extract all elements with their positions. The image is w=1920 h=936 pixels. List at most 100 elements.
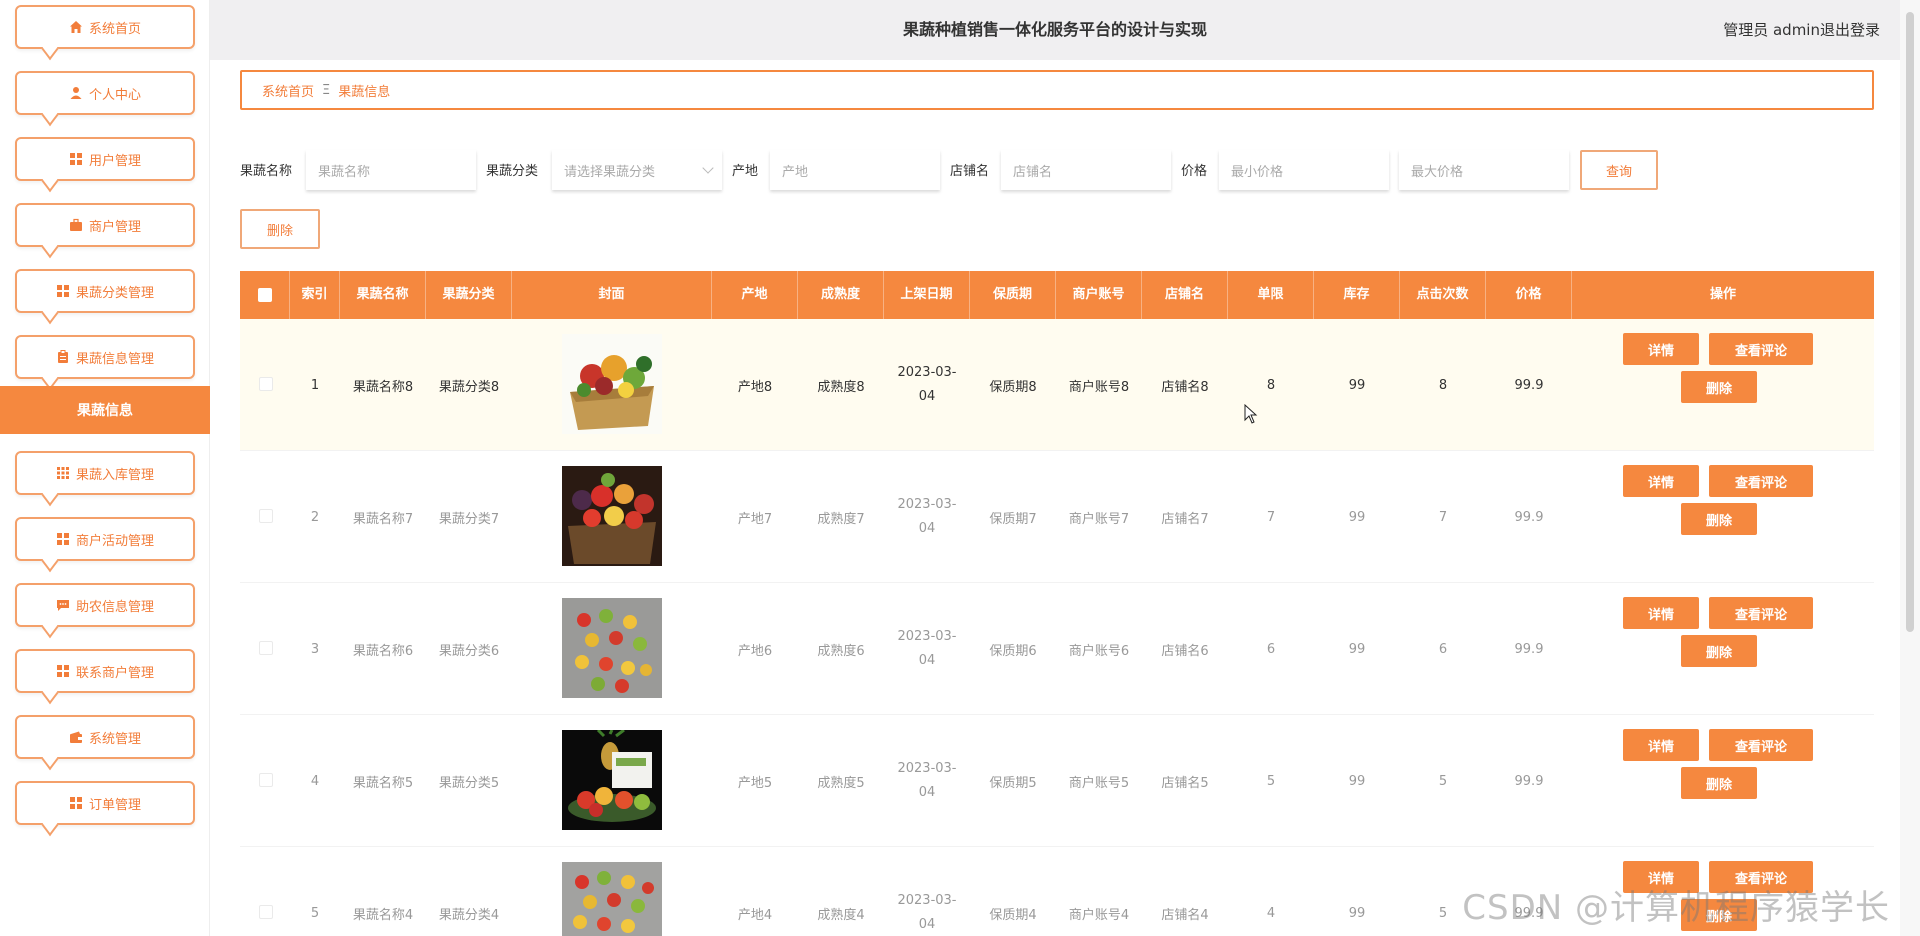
sidebar-item-orders[interactable]: 订单管理 — [15, 781, 195, 825]
cell-category: 果蔬分类6 — [438, 643, 500, 659]
row-checkbox[interactable] — [259, 641, 273, 655]
shop-input[interactable]: 店铺名 — [1001, 150, 1171, 190]
row-checkbox[interactable] — [259, 377, 273, 391]
sidebar-item-profile[interactable]: 个人中心 — [15, 71, 195, 115]
cover-image — [562, 598, 662, 698]
detail-button[interactable]: 详情 — [1623, 597, 1699, 629]
logout-link[interactable]: 退出登录 — [1820, 0, 1880, 60]
sidebar-item-home[interactable]: 系统首页 — [15, 5, 195, 49]
row-checkbox[interactable] — [259, 905, 273, 919]
current-user: 管理员 admin — [1723, 21, 1820, 39]
page-scrollbar[interactable] — [1900, 0, 1920, 936]
row-checkbox[interactable] — [259, 509, 273, 523]
sidebar-item-stock-in[interactable]: 果蔬入库管理 — [15, 451, 195, 495]
cell-category: 果蔬分类7 — [438, 511, 500, 527]
sidebar-item-system[interactable]: 系统管理 — [15, 715, 195, 759]
cell-shop: 店铺名5 — [1161, 775, 1209, 791]
cell-name: 果蔬名称7 — [352, 511, 414, 527]
detail-button[interactable]: 详情 — [1623, 333, 1699, 365]
category-select[interactable]: 请选择果蔬分类 — [552, 150, 722, 190]
cell-category: 果蔬分类4 — [438, 907, 500, 923]
cell-price: 99.9 — [1514, 377, 1544, 393]
name-input[interactable]: 果蔬名称 — [306, 150, 476, 190]
cell-date: 2023-03-04 — [897, 629, 957, 668]
row-delete-button[interactable]: 删除 — [1681, 767, 1757, 799]
cell-date: 2023-03-04 — [897, 497, 957, 536]
sidebar-item-category[interactable]: 果蔬分类管理 — [15, 269, 195, 313]
view-comments-button[interactable]: 查看评论 — [1709, 465, 1813, 497]
view-comments-button[interactable]: 查看评论 — [1709, 597, 1813, 629]
sidebar-item-agri-help[interactable]: 助农信息管理 — [15, 583, 195, 627]
breadcrumb-home[interactable]: 系统首页 — [262, 81, 314, 100]
cell-maturity: 成熟度8 — [817, 379, 865, 395]
cell-name: 果蔬名称4 — [352, 907, 414, 923]
batch-delete-button[interactable]: 删除 — [240, 209, 320, 249]
scrollbar-thumb[interactable] — [1906, 12, 1914, 632]
row-delete-button[interactable]: 删除 — [1681, 503, 1757, 535]
header-cell: 产地 — [712, 271, 798, 319]
detail-button[interactable]: 详情 — [1623, 729, 1699, 761]
header-cell: 果蔬名称 — [340, 271, 426, 319]
sidebar-item-label: 助农信息管理 — [75, 599, 154, 615]
view-comments-button[interactable]: 查看评论 — [1709, 729, 1813, 761]
header-select-all[interactable] — [240, 271, 290, 319]
breadcrumb-separator: Ξ — [322, 82, 331, 98]
sidebar-item-label: 系统首页 — [88, 21, 141, 37]
min-price-input[interactable]: 最小价格 — [1219, 150, 1389, 190]
cell-index: 3 — [310, 641, 320, 657]
view-comments-button[interactable]: 查看评论 — [1709, 333, 1813, 365]
name-label: 果蔬名称 — [240, 164, 293, 179]
briefcase-icon — [69, 218, 83, 232]
sidebar-item-label: 个人中心 — [88, 87, 141, 103]
max-price-input[interactable]: 最大价格 — [1399, 150, 1569, 190]
chat-icon — [56, 598, 70, 612]
sidebar-item-activities[interactable]: 商户活动管理 — [15, 517, 195, 561]
sidebar-item-label: 果蔬入库管理 — [75, 467, 154, 483]
row-checkbox[interactable] — [259, 773, 273, 787]
cell-stock: 99 — [1348, 509, 1366, 525]
cell-account: 商户账号7 — [1068, 511, 1130, 527]
sidebar-item-label: 商户活动管理 — [75, 533, 154, 549]
cell-shelf-life: 保质期4 — [989, 907, 1037, 923]
sidebar-item-label: 联系商户管理 — [75, 665, 154, 681]
row-delete-button[interactable]: 删除 — [1681, 371, 1757, 403]
sidebar: 系统首页 个人中心 用户管理 商户管理 果蔬分类管理 果蔬信息管理 果蔬信息 果… — [0, 0, 210, 936]
cell-account: 商户账号4 — [1068, 907, 1130, 923]
cell-origin: 产地7 — [737, 511, 773, 527]
table-row: 3 果蔬名称6 果蔬分类6 产地6 成熟度6 2023-03-04 保质期6 商… — [240, 583, 1874, 715]
cell-price: 99.9 — [1514, 773, 1544, 789]
page-title: 果蔬种植销售一体化服务平台的设计与实现 — [902, 20, 1207, 39]
sidebar-item-produce-info[interactable]: 果蔬信息管理 — [15, 335, 195, 379]
cover-image — [562, 334, 662, 434]
cell-price: 99.9 — [1514, 509, 1544, 525]
sidebar-item-merchants[interactable]: 商户管理 — [15, 203, 195, 247]
grid-icon — [69, 796, 83, 810]
cell-stock: 99 — [1348, 773, 1366, 789]
detail-button[interactable]: 详情 — [1623, 465, 1699, 497]
price-label: 价格 — [1181, 164, 1208, 179]
origin-input[interactable]: 产地 — [770, 150, 940, 190]
sidebar-item-contact[interactable]: 联系商户管理 — [15, 649, 195, 693]
sidebar-item-users[interactable]: 用户管理 — [15, 137, 195, 181]
cell-account: 商户账号5 — [1068, 775, 1130, 791]
cell-shop: 店铺名7 — [1161, 511, 1209, 527]
category-label: 果蔬分类 — [486, 164, 539, 179]
top-header: 果蔬种植销售一体化服务平台的设计与实现 管理员 admin 退出登录 — [210, 0, 1900, 60]
table-row: 2 果蔬名称7 果蔬分类7 产地7 成熟度7 2023-03-04 保质期7 商… — [240, 451, 1874, 583]
cell-clicks: 5 — [1438, 773, 1448, 789]
cell-maturity: 成熟度5 — [817, 775, 865, 791]
breadcrumb-current: 果蔬信息 — [338, 84, 391, 100]
user-icon — [69, 86, 83, 100]
cell-category: 果蔬分类5 — [438, 775, 500, 791]
sidebar-item-label: 果蔬分类管理 — [75, 285, 154, 301]
shop-label: 店铺名 — [950, 164, 990, 179]
grid-icon — [56, 664, 70, 678]
select-all-checkbox[interactable] — [258, 288, 272, 302]
cell-name: 果蔬名称8 — [352, 379, 414, 395]
cover-image — [562, 466, 662, 566]
cell-account: 商户账号6 — [1068, 643, 1130, 659]
row-delete-button[interactable]: 删除 — [1681, 635, 1757, 667]
sidebar-subitem-produce[interactable]: 果蔬信息 — [0, 386, 210, 434]
query-button[interactable]: 查询 — [1580, 150, 1658, 190]
cell-date: 2023-03-04 — [897, 365, 957, 404]
